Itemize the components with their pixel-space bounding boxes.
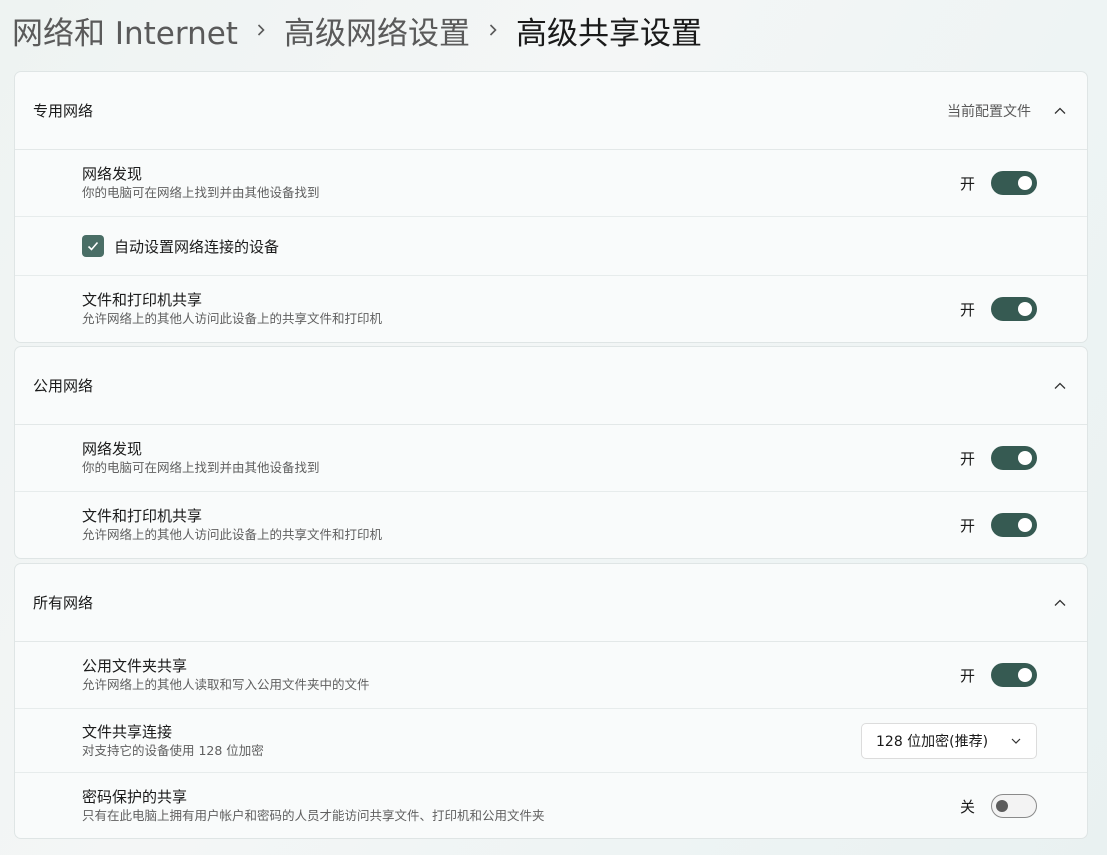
public-discovery-toggle[interactable] xyxy=(991,446,1037,470)
setting-description: 只有在此电脑上拥有用户帐户和密码的人员才能访问共享文件、打印机和公用文件夹 xyxy=(82,808,545,823)
setting-title: 公用文件夹共享 xyxy=(82,657,188,675)
private-network-header[interactable]: 专用网络 当前配置文件 xyxy=(15,72,1087,150)
setting-title: 文件共享连接 xyxy=(82,722,173,741)
chevron-down-icon xyxy=(1010,735,1022,747)
setting-description: 允许网络上的其他人访问此设备上的共享文件和打印机 xyxy=(82,311,383,326)
file-sharing-connections-row: 文件共享连接 对支持它的设备使用 128 位加密 128 位加密(推荐) xyxy=(15,709,1087,773)
setting-description: 对支持它的设备使用 128 位加密 xyxy=(82,742,264,758)
public-network-header[interactable]: 公用网络 xyxy=(15,347,1087,425)
private-discovery-row: 网络发现 你的电脑可在网络上找到并由其他设备找到 开 xyxy=(15,150,1087,217)
all-networks-section: 所有网络 公用文件夹共享 允许网络上的其他人读取和写入公用文件夹中的文件 开 文… xyxy=(14,563,1088,839)
toggle-state-label: 开 xyxy=(959,666,975,685)
toggle-state-label: 开 xyxy=(959,300,975,319)
setting-title: 文件和打印机共享 xyxy=(82,507,203,525)
private-sharing-toggle[interactable] xyxy=(991,297,1037,321)
public-sharing-row: 文件和打印机共享 允许网络上的其他人访问此设备上的共享文件和打印机 开 xyxy=(15,492,1087,558)
auto-setup-label[interactable]: 自动设置网络连接的设备 xyxy=(114,236,279,257)
setting-description: 允许网络上的其他人读取和写入公用文件夹中的文件 xyxy=(82,677,370,692)
toggle-state-label: 开 xyxy=(959,516,975,535)
private-discovery-toggle[interactable] xyxy=(991,171,1037,195)
setting-title: 文件和打印机共享 xyxy=(82,291,203,309)
section-title: 专用网络 xyxy=(33,102,94,120)
public-folder-sharing-toggle[interactable] xyxy=(991,663,1037,687)
breadcrumb-advanced-network[interactable]: 高级网络设置 xyxy=(284,8,470,53)
auto-setup-row: 自动设置网络连接的设备 xyxy=(15,217,1087,276)
setting-title: 网络发现 xyxy=(82,165,143,183)
public-network-section: 公用网络 网络发现 你的电脑可在网络上找到并由其他设备找到 开 文件和打印机共享… xyxy=(14,346,1088,559)
public-folder-sharing-row: 公用文件夹共享 允许网络上的其他人读取和写入公用文件夹中的文件 开 xyxy=(15,642,1087,709)
chevron-up-icon[interactable] xyxy=(1051,594,1069,612)
private-network-section: 专用网络 当前配置文件 网络发现 你的电脑可在网络上找到并由其他设备找到 开 自… xyxy=(14,71,1088,343)
toggle-state-label: 开 xyxy=(959,449,975,468)
toggle-state-label: 开 xyxy=(959,174,975,193)
chevron-right-icon xyxy=(238,23,284,37)
chevron-up-icon[interactable] xyxy=(1051,377,1069,395)
public-discovery-row: 网络发现 你的电脑可在网络上找到并由其他设备找到 开 xyxy=(15,425,1087,492)
page-title: 高级共享设置 xyxy=(515,15,702,52)
password-protected-sharing-row: 密码保护的共享 只有在此电脑上拥有用户帐户和密码的人员才能访问共享文件、打印机和… xyxy=(15,773,1087,838)
toggle-state-label: 关 xyxy=(959,797,975,816)
all-networks-header[interactable]: 所有网络 xyxy=(15,564,1087,642)
dropdown-selected-value: 128 位加密(推荐) xyxy=(876,733,989,750)
auto-setup-checkbox[interactable] xyxy=(82,235,104,257)
public-sharing-toggle[interactable] xyxy=(991,513,1037,537)
setting-description: 你的电脑可在网络上找到并由其他设备找到 xyxy=(82,185,320,200)
chevron-up-icon[interactable] xyxy=(1051,102,1069,120)
current-profile-label: 当前配置文件 xyxy=(947,103,1031,120)
setting-title: 密码保护的共享 xyxy=(82,788,188,806)
checkmark-icon xyxy=(87,241,99,251)
setting-title: 网络发现 xyxy=(82,440,143,458)
setting-description: 你的电脑可在网络上找到并由其他设备找到 xyxy=(82,460,320,475)
setting-description: 允许网络上的其他人访问此设备上的共享文件和打印机 xyxy=(82,527,383,542)
private-sharing-row: 文件和打印机共享 允许网络上的其他人访问此设备上的共享文件和打印机 开 xyxy=(15,276,1087,342)
breadcrumb-network-internet[interactable]: 网络和 Internet xyxy=(12,8,238,53)
encryption-dropdown[interactable]: 128 位加密(推荐) xyxy=(861,722,1037,759)
section-title: 公用网络 xyxy=(33,377,94,395)
breadcrumb: 网络和 Internet 高级网络设置 高级共享设置 xyxy=(12,6,702,54)
password-sharing-toggle[interactable] xyxy=(991,794,1037,818)
section-title: 所有网络 xyxy=(33,594,94,612)
chevron-right-icon xyxy=(470,23,516,37)
